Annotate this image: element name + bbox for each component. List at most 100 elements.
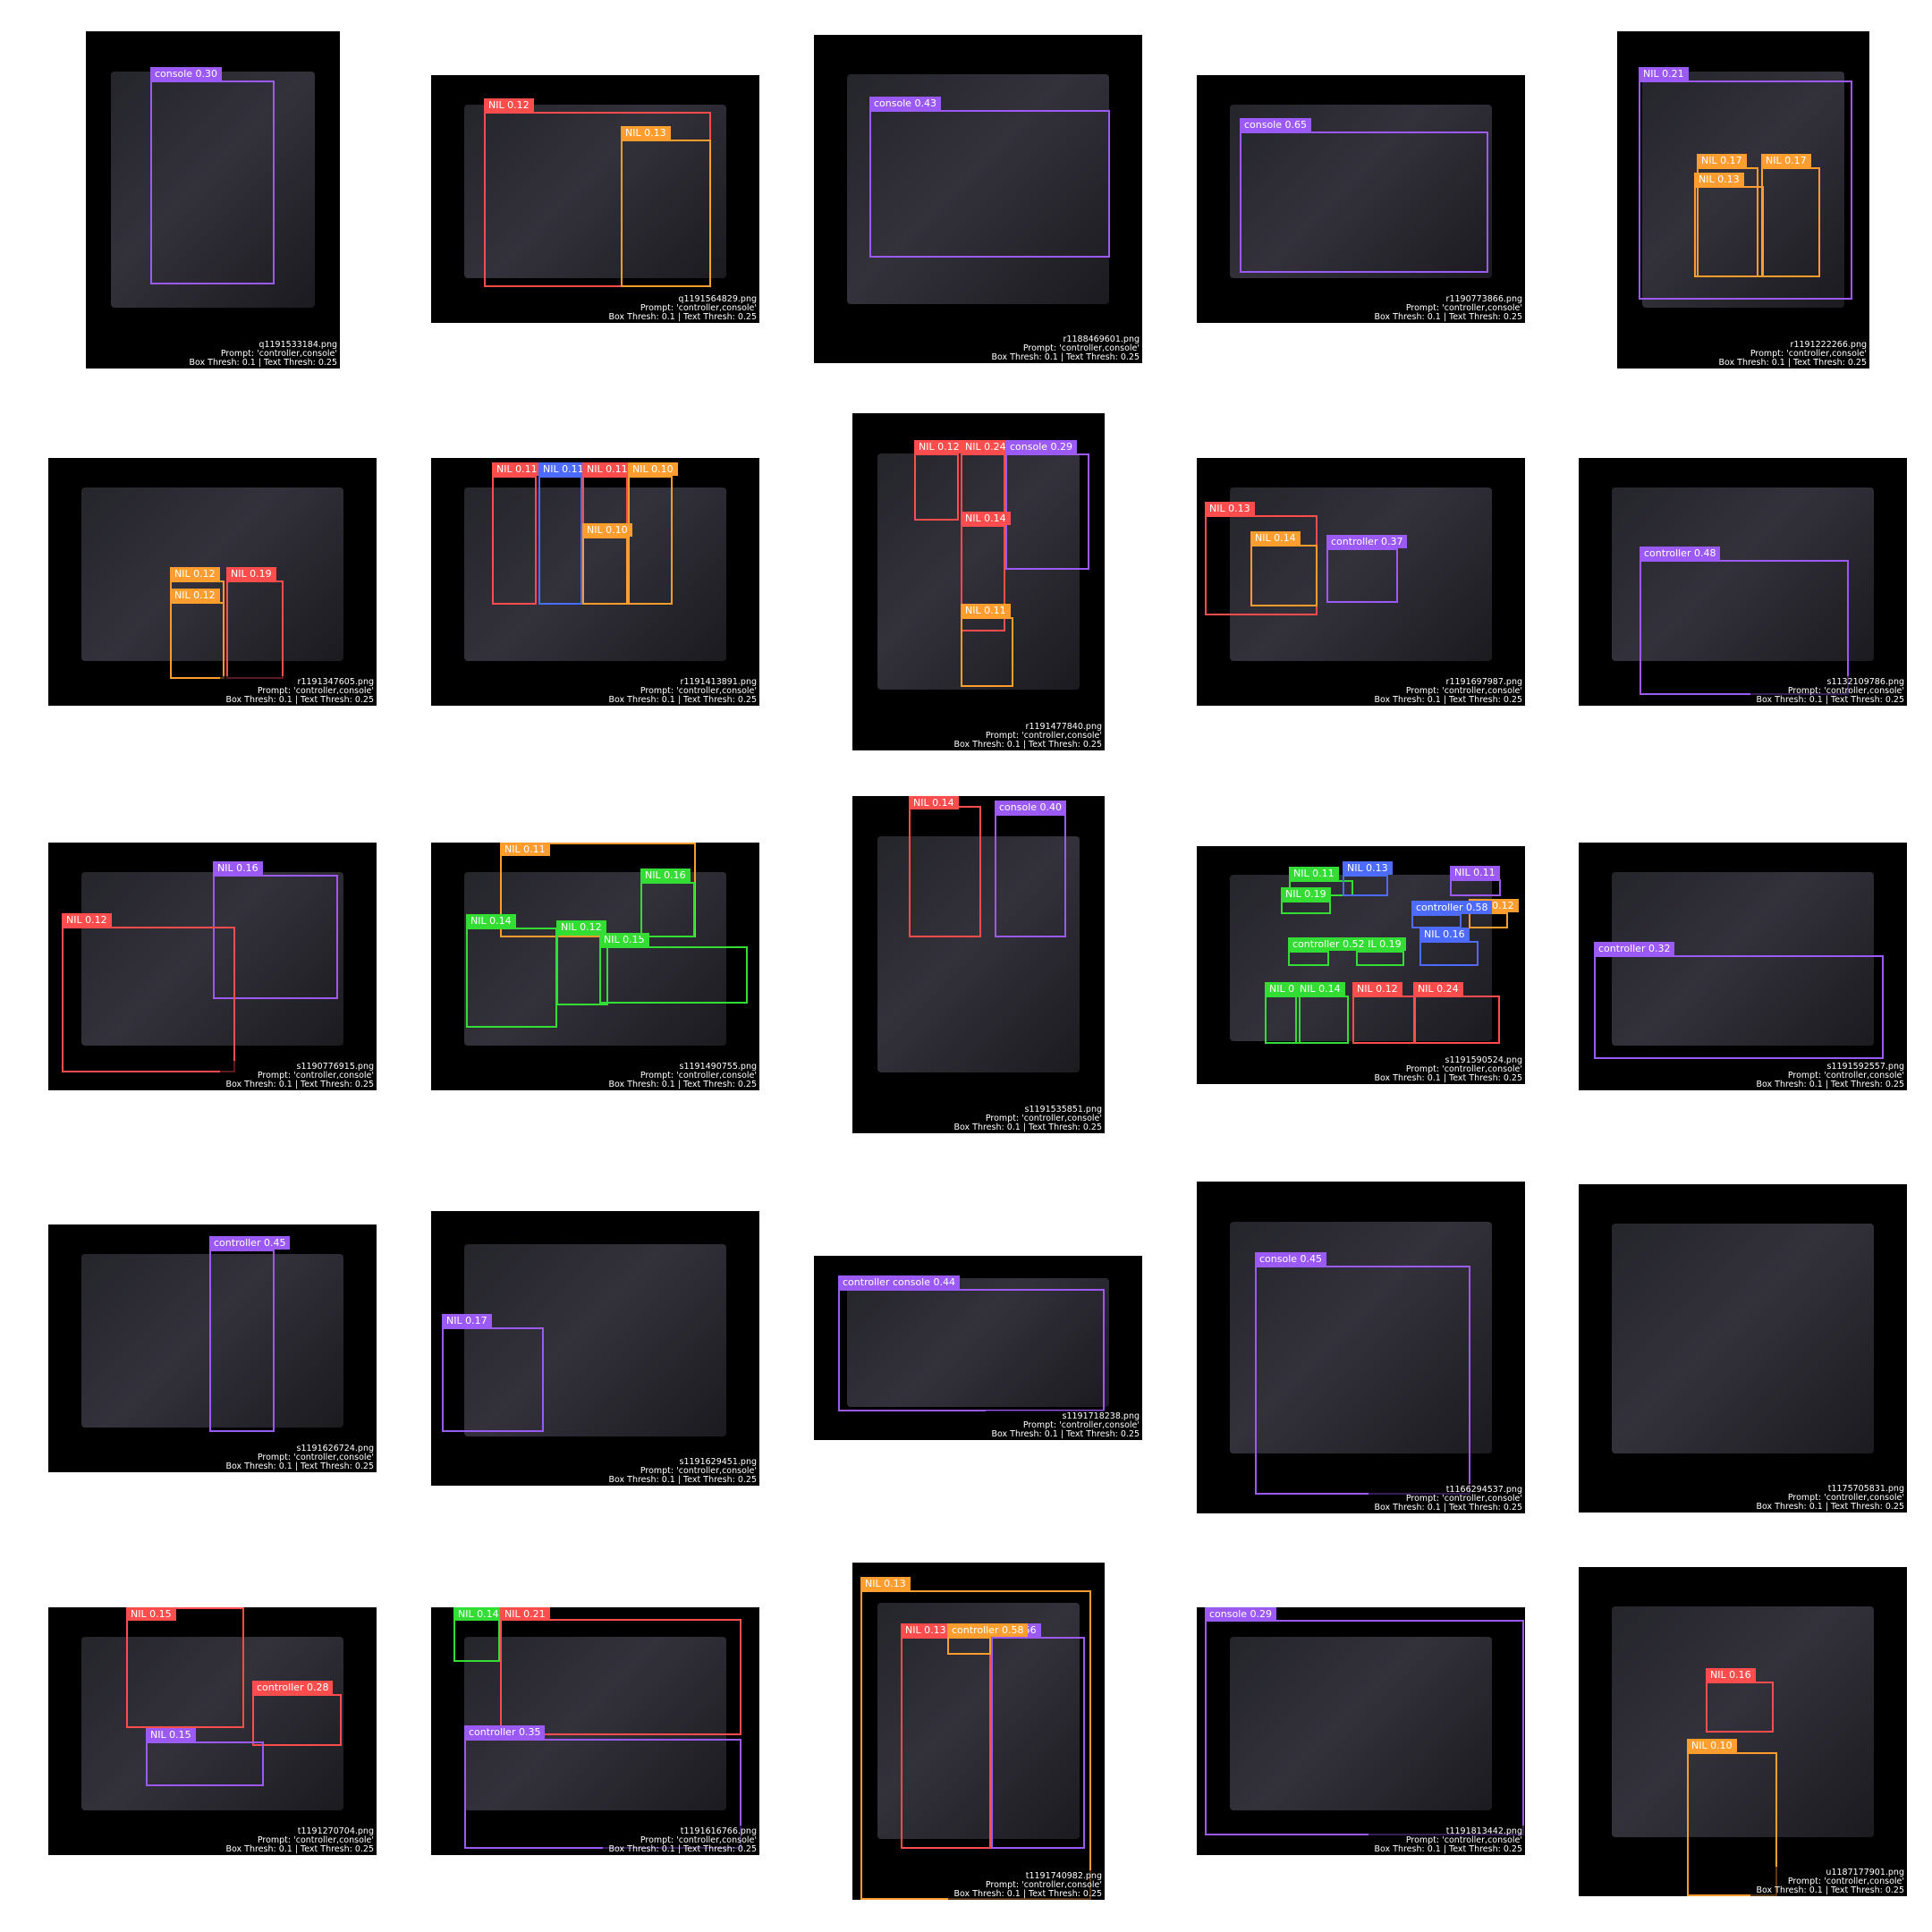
detection-panel: NIL 0.13NIL 0.13NIL 0.56controller 0.58t… (852, 1563, 1105, 1900)
detection-label: NIL 0.16 (640, 869, 691, 882)
panel-caption: s1191629451.png Prompt: 'controller,conso… (603, 1456, 759, 1486)
detection-label: NIL 0.15 (146, 1728, 196, 1741)
panel-caption: t1175705831.png Prompt: 'controller,conso… (1750, 1483, 1907, 1513)
detection-label: NIL 0.11 (582, 462, 632, 476)
caption-thresholds: Box Thresh: 0.1 | Text Thresh: 0.25 (953, 1889, 1102, 1899)
detection-box (1295, 996, 1349, 1044)
panel-caption: r1190773866.png Prompt: 'controller,conso… (1368, 293, 1525, 323)
detection-box (1250, 545, 1318, 606)
detection-label: NIL 0.12 (62, 913, 112, 927)
detection-box (628, 476, 673, 605)
detection-panel: console 0.43 r1188469601.png Prompt: 'cont… (814, 35, 1142, 363)
detection-panel: console 0.65 r1190773866.png Prompt: 'cont… (1197, 75, 1525, 323)
detection-label: NIL 0.11 (1450, 866, 1500, 879)
detection-box (961, 617, 1013, 687)
detection-box (599, 946, 748, 1004)
panel-caption: q1191533184.png Prompt: 'controller,conso… (183, 339, 340, 369)
detection-panel: NIL 0.21 NIL 0.17 NIL 0.17 NIL 0.13 r1191222… (1617, 31, 1869, 369)
detection-label: NIL 0.13 (901, 1623, 951, 1637)
detection-box (1205, 1620, 1524, 1835)
detection-label: controller console 0.44 (838, 1275, 960, 1289)
detection-box (914, 453, 959, 521)
caption-thresholds: Box Thresh: 0.1 | Text Thresh: 0.25 (1374, 1503, 1522, 1513)
detection-label: NIL 0.14 (453, 1607, 504, 1621)
product-photo (1611, 1224, 1875, 1453)
detection-panel: console 0.30 q1191533184.png Prompt: 'cont… (86, 31, 340, 369)
caption-thresholds: Box Thresh: 0.1 | Text Thresh: 0.25 (225, 695, 374, 705)
detection-panel: NIL 0.11 NIL 0.14 NIL 0.12 NIL 0.15 NIL 0.16… (431, 843, 759, 1090)
detection-label: NIL 0.17 (1761, 154, 1811, 167)
detection-box (838, 1289, 1105, 1411)
detection-label: NIL 0.19 (226, 567, 276, 580)
detection-panel: NIL 0.11 NIL 0.11 NIL 0.11 NIL 0.10 NIL 0.10… (431, 458, 759, 706)
detection-box (1413, 996, 1500, 1044)
caption-thresholds: Box Thresh: 0.1 | Text Thresh: 0.25 (1374, 695, 1522, 705)
detection-panel: controller 0.32 s1191592557.png Prompt: 'c… (1579, 843, 1907, 1090)
detection-panel: console 0.45 t1166294537.png Prompt: 'cont… (1197, 1182, 1525, 1513)
detection-box (995, 814, 1066, 937)
detection-panel: controller 0.45 s1191626724.png Prompt: 'c… (48, 1224, 377, 1472)
detection-label: NIL 0.17 (1697, 154, 1747, 167)
detection-box (492, 476, 537, 605)
panel-caption: r1191347605.png Prompt: 'controller,conso… (220, 676, 377, 706)
detection-box (1356, 951, 1404, 966)
panel-caption: t1166294537.png Prompt: 'controller,conso… (1368, 1484, 1525, 1513)
detection-label: NIL 0.14 (1295, 982, 1345, 996)
detection-box (1240, 131, 1488, 273)
caption-thresholds: Box Thresh: 0.1 | Text Thresh: 0.25 (225, 1080, 374, 1089)
detection-panel: NIL 0.13 NIL 0.14 controller 0.37 r11916979… (1197, 458, 1525, 706)
detection-box (126, 1607, 244, 1728)
caption-thresholds: Box Thresh: 0.1 | Text Thresh: 0.25 (1718, 358, 1867, 368)
detection-label: NIL 0.13 (621, 126, 671, 140)
detection-label: console 0.40 (995, 801, 1067, 814)
detection-label: console 0.30 (150, 67, 223, 80)
detection-box (252, 1694, 342, 1746)
detection-label: controller 0.45 (209, 1236, 291, 1250)
detection-box (1450, 879, 1501, 896)
panel-caption: s1190776915.png Prompt: 'controller,conso… (220, 1061, 377, 1090)
detection-box (1694, 186, 1764, 277)
detection-box (1419, 941, 1479, 966)
caption-thresholds: Box Thresh: 0.1 | Text Thresh: 0.25 (1756, 695, 1904, 705)
caption-thresholds: Box Thresh: 0.1 | Text Thresh: 0.25 (608, 1080, 757, 1089)
detection-box (62, 927, 235, 1072)
detection-label: console 0.45 (1255, 1252, 1327, 1266)
detection-box (1594, 955, 1884, 1059)
panel-caption: s1132109786.png Prompt: 'controller,conso… (1750, 676, 1907, 706)
detection-label: controller 0.28 (252, 1681, 334, 1694)
detection-label: NIL 0.13 (1205, 502, 1255, 515)
detection-box (1281, 901, 1331, 914)
detection-panel: NIL 0.11 NIL 0.13 NIL 0.11 NIL 0.14 NIL 0.12… (1197, 846, 1525, 1084)
detection-box (1469, 912, 1508, 928)
detection-box (170, 602, 225, 679)
detection-label: NIL 0.12 (170, 567, 220, 580)
detection-box (909, 806, 981, 937)
caption-thresholds: Box Thresh: 0.1 | Text Thresh: 0.25 (1756, 1080, 1904, 1089)
detection-label: NIL 0.11 (961, 604, 1011, 617)
caption-thresholds: Box Thresh: 0.1 | Text Thresh: 0.25 (953, 1123, 1102, 1132)
detection-label: controller 0.35 (464, 1725, 546, 1739)
detection-label: console 0.29 (1005, 440, 1078, 453)
detection-panel: NIL 0.12 NIL 0.13 q1191564829.png Prompt: '… (431, 75, 759, 323)
detection-label: console 0.43 (869, 97, 942, 110)
panel-caption: s1191490755.png Prompt: 'controller,conso… (603, 1061, 759, 1090)
detection-label: controller 0.58 (947, 1623, 1029, 1637)
detection-box (1255, 1266, 1470, 1495)
panel-caption: r1191413891.png Prompt: 'controller,conso… (603, 676, 759, 706)
detection-label: NIL 0.10 (582, 523, 632, 537)
detection-label: NIL 0.13 (1343, 861, 1393, 875)
detection-box (991, 1637, 1085, 1849)
caption-thresholds: Box Thresh: 0.1 | Text Thresh: 0.25 (225, 1844, 374, 1854)
panel-caption: t1191740982.png Prompt: 'controller,conso… (948, 1870, 1105, 1900)
detection-label: NIL 0.24 (1413, 982, 1463, 996)
panel-caption: s1191535851.png Prompt: 'controller,conso… (948, 1104, 1105, 1133)
detection-label: NIL 0.13 (1694, 173, 1744, 186)
detection-box (442, 1327, 544, 1432)
detection-label: NIL 0.14 (961, 512, 1011, 525)
detection-label: controller 0.37 (1326, 535, 1408, 548)
detection-box (901, 1637, 991, 1849)
panel-caption: s1191592557.png Prompt: 'controller,conso… (1750, 1061, 1907, 1090)
detection-label: NIL 0.21 (500, 1607, 550, 1621)
caption-thresholds: Box Thresh: 0.1 | Text Thresh: 0.25 (608, 312, 757, 322)
detection-label: NIL 0.12 (1352, 982, 1402, 996)
